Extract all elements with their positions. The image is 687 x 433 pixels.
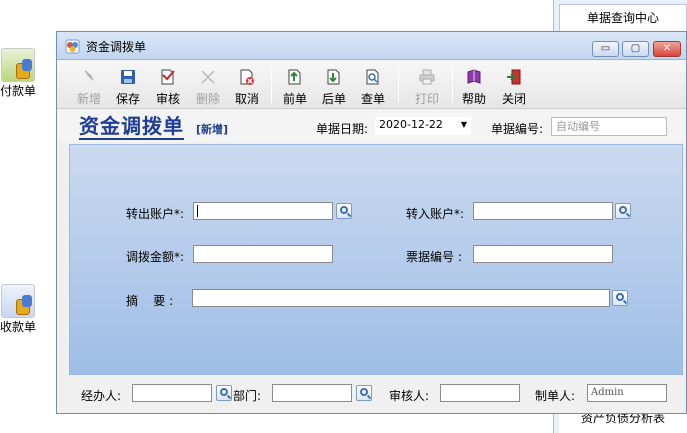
cancel-icon	[240, 69, 254, 85]
document-footer: 经办人: 部门: 审核人: 制单人: Admin	[57, 377, 686, 413]
query-button[interactable]: 查单	[354, 65, 392, 107]
help-book-icon	[467, 69, 481, 84]
document-header: 资金调拨单 [新增] 单据日期: 2020-12-22 ▼ 单据编号: 自动编号	[57, 110, 686, 142]
date-label: 单据日期:	[316, 122, 369, 136]
title-bar[interactable]: 资金调拨单 ▭ ▢ ✕	[57, 32, 686, 60]
query-label: 查单	[360, 92, 385, 106]
save-button[interactable]: 保存	[109, 65, 147, 107]
audit-icon	[161, 69, 175, 85]
close-label: 关闭	[501, 92, 526, 106]
amount-label: 调拨金额*:	[126, 250, 185, 264]
department-lookup-button[interactable]	[356, 385, 372, 401]
desktop-icon-payment[interactable]: 付款单	[0, 48, 42, 99]
in-account-input[interactable]	[473, 202, 613, 220]
number-label: 单据编号:	[491, 122, 544, 136]
minimize-icon: ▭	[600, 43, 611, 54]
minimize-button[interactable]: ▭	[592, 41, 619, 57]
prev-doc-icon	[288, 69, 301, 85]
prev-label: 前单	[282, 92, 307, 106]
save-label: 保存	[115, 92, 140, 106]
auditor-input[interactable]	[440, 384, 520, 402]
text-caret	[197, 205, 198, 217]
window-title: 资金调拨单	[86, 40, 147, 54]
help-label: 帮助	[461, 92, 486, 106]
new-button[interactable]: 新增	[70, 65, 108, 107]
in-account-lookup-button[interactable]	[615, 203, 631, 219]
delete-button[interactable]: 删除	[189, 65, 227, 107]
creator-input[interactable]: Admin	[587, 384, 667, 402]
next-doc-icon	[327, 69, 340, 85]
next-button[interactable]: 后单	[315, 65, 353, 107]
audit-button[interactable]: 审核	[149, 65, 187, 107]
new-label: 新增	[76, 92, 101, 106]
summary-lookup-button[interactable]	[612, 290, 628, 306]
cancel-label: 取消	[234, 92, 259, 106]
toolbar-separator	[271, 67, 272, 103]
handler-input[interactable]	[132, 384, 212, 402]
toolbar: 新增 保存 审核 删除 取消 前单 后单 查单 打印 帮助 关闭	[57, 61, 686, 109]
desktop-icon-label: 付款单	[0, 84, 36, 98]
document-title: 资金调拨单	[79, 114, 184, 140]
app-icon	[65, 39, 80, 54]
auditor-label: 审核人:	[389, 389, 430, 403]
date-picker[interactable]: 2020-12-22 ▼	[375, 117, 471, 135]
audit-label: 审核	[155, 92, 180, 106]
floppy-icon	[121, 70, 135, 84]
delete-label: 删除	[195, 92, 220, 106]
summary-label: 摘 要 :	[126, 294, 174, 308]
print-label: 打印	[414, 92, 439, 106]
payment-doc-icon	[1, 48, 35, 82]
desktop-icon-label: 收款单	[0, 320, 36, 334]
amount-input[interactable]	[193, 245, 333, 263]
desktop-icon-receipt[interactable]: 收款单	[0, 284, 42, 335]
out-account-label: 转出账户*:	[126, 207, 185, 221]
next-label: 后单	[321, 92, 346, 106]
print-button[interactable]: 打印	[408, 65, 446, 107]
printer-icon	[419, 69, 435, 85]
in-account-label: 转入账户*:	[406, 207, 465, 221]
search-doc-icon	[366, 69, 379, 85]
fund-transfer-window: 资金调拨单 ▭ ▢ ✕ 新增 保存 审核 删除 取消 前单 后单 查单 打印 帮…	[56, 31, 687, 414]
restore-button[interactable]: ▢	[622, 41, 649, 57]
restore-icon: ▢	[630, 43, 641, 54]
close-icon: ✕	[662, 43, 672, 54]
out-account-lookup-button[interactable]	[336, 203, 352, 219]
document-number-field[interactable]: 自动编号	[551, 117, 667, 136]
department-label: 部门:	[233, 389, 262, 403]
query-center-item[interactable]: 单据查询中心	[559, 4, 687, 32]
cancel-button[interactable]: 取消	[228, 65, 266, 107]
document-status: [新增]	[196, 123, 229, 136]
bill-number-label: 票据编号 :	[406, 250, 462, 264]
out-account-input[interactable]	[193, 202, 333, 220]
prev-button[interactable]: 前单	[276, 65, 314, 107]
date-value: 2020-12-22	[379, 118, 443, 131]
exit-door-icon	[507, 69, 521, 85]
close-button[interactable]: 关闭	[495, 65, 533, 107]
receipt-doc-icon	[1, 284, 35, 318]
new-doc-icon	[84, 70, 94, 81]
bill-number-input[interactable]	[473, 245, 613, 263]
toolbar-separator	[398, 67, 399, 103]
delete-x-icon	[201, 70, 215, 84]
help-button[interactable]: 帮助	[455, 65, 493, 107]
form-panel: 转出账户*: 转入账户*: 调拨金额*: 票据编号 : 摘 要 :	[69, 144, 683, 375]
handler-lookup-button[interactable]	[216, 385, 232, 401]
handler-label: 经办人:	[81, 389, 122, 403]
chevron-down-icon[interactable]: ▼	[461, 117, 467, 133]
department-input[interactable]	[272, 384, 352, 402]
summary-input[interactable]	[192, 289, 610, 307]
close-window-button[interactable]: ✕	[653, 41, 681, 57]
toolbar-separator	[452, 67, 453, 103]
creator-label: 制单人:	[535, 389, 576, 403]
